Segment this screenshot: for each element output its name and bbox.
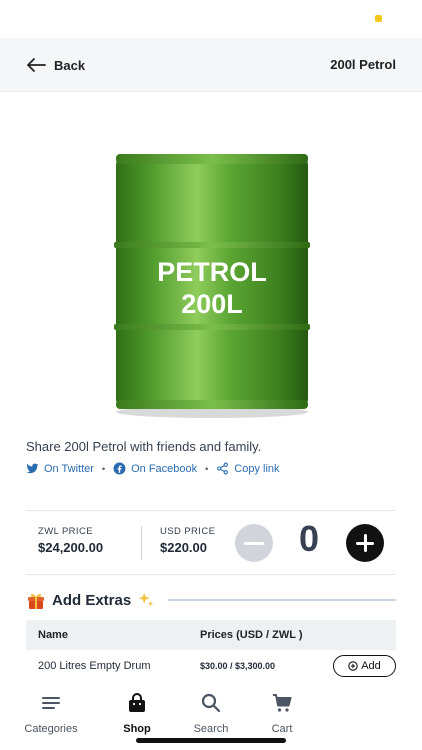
- copy-link[interactable]: Copy link: [216, 462, 280, 475]
- separator-dot: •: [101, 463, 106, 474]
- share-links: On Twitter • On Facebook • Copy link: [26, 462, 280, 475]
- extras-table-header: Name Prices (USD / ZWL ): [26, 620, 396, 650]
- facebook-link-label: On Facebook: [131, 462, 198, 475]
- zwl-price-value: $24,200.00: [38, 540, 104, 555]
- back-button[interactable]: Back: [26, 54, 85, 76]
- nav-label-shop: Shop: [123, 723, 151, 735]
- decrease-quantity-button[interactable]: [235, 524, 273, 562]
- share-facebook-link[interactable]: On Facebook: [113, 462, 197, 475]
- divider: [26, 510, 396, 511]
- gift-icon: [28, 593, 44, 609]
- page-title: 200l Petrol: [330, 57, 396, 72]
- quantity-value: 0: [298, 518, 320, 559]
- product-image-petrol-drum: PETROL 200L: [114, 154, 310, 418]
- top-header: Back 200l Petrol: [0, 38, 422, 92]
- column-prices: Prices (USD / ZWL ): [200, 629, 303, 641]
- shopping-bag-icon: [129, 693, 145, 712]
- extras-title-line: [168, 599, 396, 601]
- price-divider: [141, 526, 142, 560]
- nav-item-categories[interactable]: Categories: [11, 692, 91, 735]
- home-indicator: [136, 738, 286, 743]
- facebook-icon: [113, 462, 126, 475]
- search-icon: [201, 693, 221, 713]
- menu-icon: [42, 697, 60, 709]
- sparkles-icon: [139, 592, 154, 607]
- nav-item-shop[interactable]: Shop: [97, 692, 177, 735]
- twitter-link-label: On Twitter: [44, 462, 94, 475]
- share-text: Share 200l Petrol with friends and famil…: [26, 439, 262, 454]
- usd-price: USD PRICE $220.00: [160, 526, 215, 555]
- add-extra-button[interactable]: Add: [333, 655, 396, 677]
- nav-label-cart: Cart: [271, 723, 293, 735]
- copy-link-label: Copy link: [234, 462, 280, 475]
- table-row: 200 Litres Empty Drum $30.00 / $3,300.00…: [26, 650, 396, 682]
- minus-icon: [244, 541, 264, 545]
- zwl-price: ZWL PRICE $24,200.00: [38, 526, 103, 555]
- nav-item-cart[interactable]: Cart: [242, 692, 322, 735]
- add-extra-label: Add: [361, 660, 381, 672]
- add-extras-heading: Add Extras: [26, 590, 155, 610]
- extra-item-price: $30.00 / $3,300.00: [200, 661, 276, 671]
- cart-icon: [273, 694, 292, 712]
- nav-label-categories: Categories: [24, 723, 78, 735]
- zwl-price-label: ZWL PRICE: [38, 526, 93, 537]
- status-indicator-dot: [375, 15, 382, 22]
- usd-price-label: USD PRICE: [160, 526, 216, 537]
- drum-text-200l: 200L: [181, 289, 243, 319]
- divider: [26, 574, 396, 575]
- extra-item-name: 200 Litres Empty Drum: [38, 660, 151, 672]
- status-bar: [0, 0, 422, 38]
- separator-dot: •: [205, 463, 209, 474]
- add-extras-title: Add Extras: [52, 591, 132, 609]
- increase-quantity-button[interactable]: [346, 524, 384, 562]
- column-name: Name: [38, 629, 68, 641]
- plus-circle-icon: [348, 661, 358, 671]
- nav-label-search: Search: [193, 723, 229, 735]
- nav-item-search[interactable]: Search: [171, 692, 251, 735]
- back-label: Back: [54, 57, 86, 73]
- drum-text-petrol: PETROL: [157, 257, 267, 287]
- share-twitter-link[interactable]: On Twitter: [26, 462, 94, 475]
- twitter-icon: [26, 463, 39, 474]
- arrow-left-icon: [27, 58, 46, 72]
- usd-price-value: $220.00: [160, 540, 207, 555]
- share-nodes-icon: [217, 462, 229, 475]
